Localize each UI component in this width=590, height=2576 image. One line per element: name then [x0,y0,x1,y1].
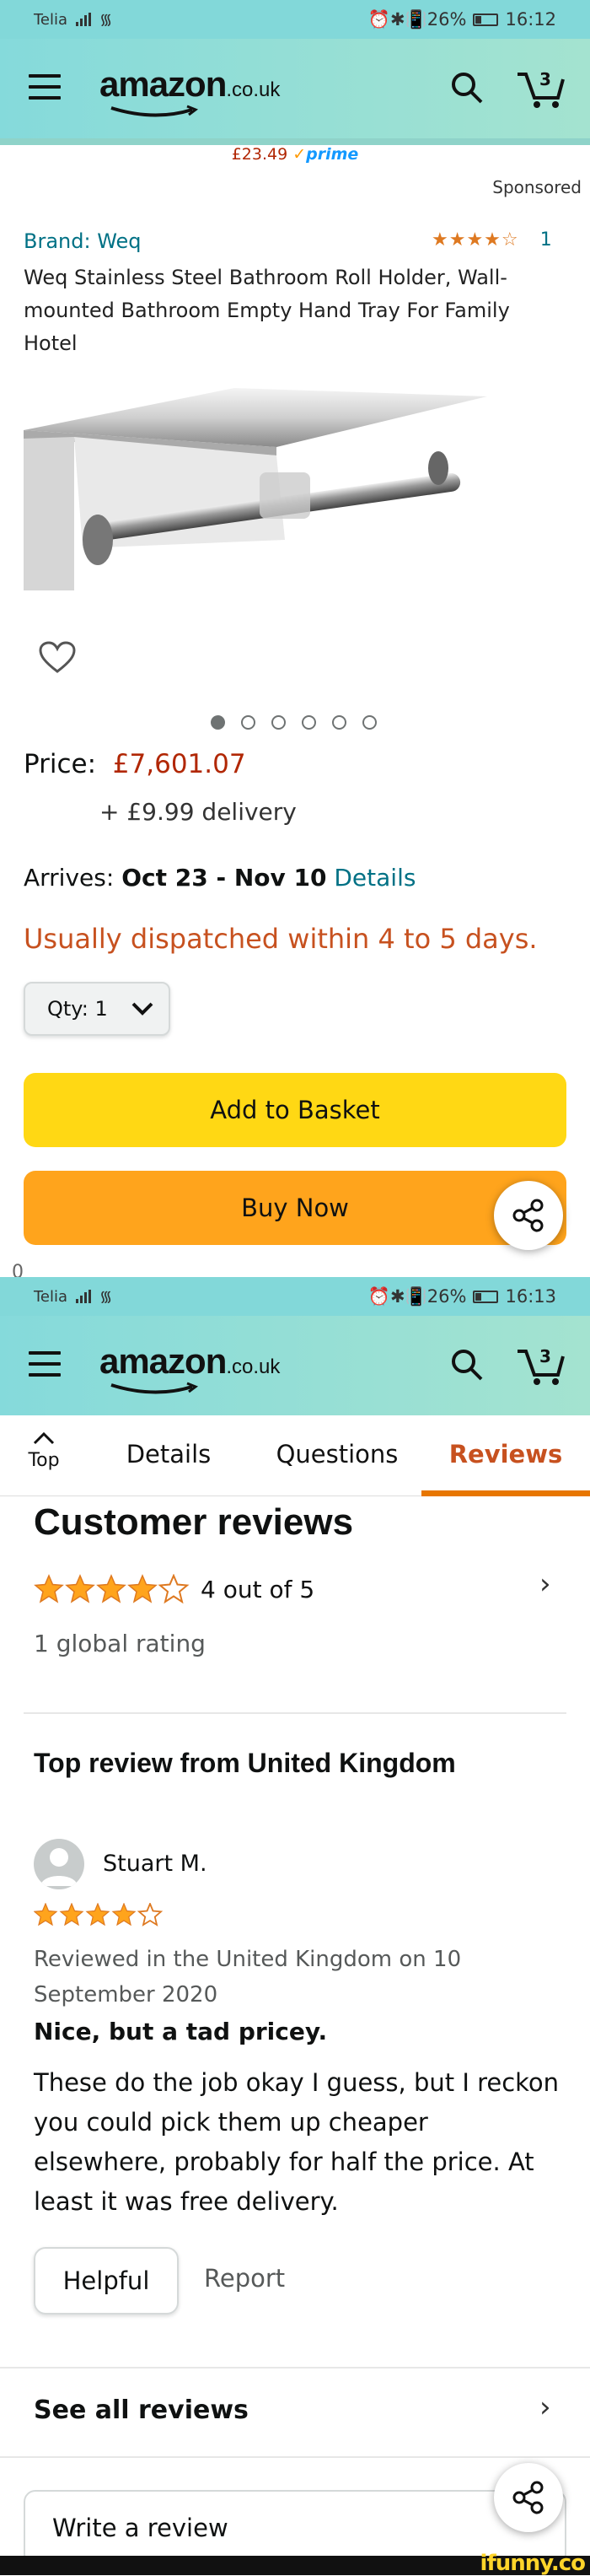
share-button[interactable] [494,1181,563,1250]
status-bar-2: Telia ᯾ ⏰✱📳26% 16:13 [0,1277,590,1316]
chevron-right-icon[interactable]: › [539,2390,551,2424]
share-icon [512,1199,544,1232]
tab-questions[interactable]: Questions [261,1415,413,1496]
carousel-dot[interactable] [271,715,286,730]
tab-details[interactable]: Details [110,1415,228,1496]
prime-check-icon: ✓ [292,145,307,164]
status-icons: ⏰✱📳26% [367,1285,467,1307]
divider [24,1712,566,1714]
search-icon[interactable] [450,71,484,105]
signal-icon [76,13,92,26]
product-price: £7,601.07 [112,749,246,779]
helpful-button[interactable]: Helpful [34,2247,179,2315]
global-rating-count: 1 global rating [34,1630,206,1657]
status-icons: ⏰✱📳26% [367,8,467,30]
menu-icon[interactable] [29,1351,61,1377]
search-icon[interactable] [450,1348,484,1382]
divider [0,2456,590,2458]
carrier-label: Telia [34,1287,68,1306]
battery-icon [473,1290,499,1303]
top-header: amazon.co.uk 3 [0,39,590,138]
top-review-heading: Top review from United Kingdom [34,1748,456,1778]
wifi-icon: ᯾ [99,11,113,29]
product-image[interactable] [24,371,496,607]
quantity-select[interactable]: Qty: 1 [24,982,170,1036]
report-link[interactable]: Report [204,2264,285,2293]
review-stars [34,1903,167,1927]
share-icon [512,2481,544,2514]
carousel-dot[interactable] [241,715,255,730]
rating-stars: ★★★★☆ [432,229,519,251]
divider [0,2367,590,2369]
reviewer-avatar [34,1839,84,1889]
menu-icon[interactable] [29,74,61,100]
carrier-label: Telia [34,10,68,29]
top-header-2: amazon.co.uk 3 [0,1316,590,1415]
wishlist-heart-icon[interactable] [39,641,76,675]
brand-link[interactable]: Brand: Weq [24,229,142,253]
ifunny-watermark: ifunny.co [480,2551,586,2576]
cart-count: 3 [539,1346,551,1366]
product-rating[interactable]: ★★★★☆ 1 [432,229,552,251]
status-bar: Telia ᯾ ⏰✱📳26% 16:12 [0,0,590,39]
customer-reviews-heading: Customer reviews [34,1501,354,1543]
price-row: Price: £7,601.07 [24,749,246,779]
cart-count: 3 [539,69,551,89]
carousel-dot[interactable] [211,715,225,730]
battery-icon [473,13,499,26]
tab-top[interactable]: Top [20,1429,67,1471]
sponsored-label: Sponsored [492,177,582,197]
amazon-logo[interactable]: amazon.co.uk [99,1341,280,1394]
review-body: These do the job okay I guess, but I rec… [34,2068,560,2216]
price-strip: £23.49 ✓prime [0,138,590,172]
see-all-reviews-link[interactable]: See all reviews [34,2395,249,2425]
add-to-basket-button[interactable]: Add to Basket [24,1073,566,1147]
watermark-bar: ifunny.co [0,2551,590,2576]
arrival-dates: Oct 23 - Nov 10 [121,864,327,892]
signal-icon [76,1290,92,1303]
buy-now-button[interactable]: Buy Now [24,1171,566,1245]
chevron-down-icon [131,1002,153,1016]
strip-price: £23.49 [231,145,288,164]
carousel-dot[interactable] [332,715,346,730]
prime-label: prime [306,145,359,164]
image-carousel-dots[interactable] [211,715,377,730]
quantity-value: 1 [94,997,108,1021]
tab-reviews[interactable]: Reviews [421,1415,590,1496]
average-rating-stars [34,1574,194,1604]
clock: 16:13 [505,1286,556,1307]
arrival-details-link[interactable]: Details [334,864,416,892]
product-tabs: Top Details Questions Reviews [0,1415,590,1496]
clock: 16:12 [505,9,556,30]
reviewer-name: Stuart M. [103,1851,207,1877]
carousel-dot[interactable] [362,715,377,730]
chevron-right-icon[interactable]: › [539,1567,551,1601]
rating-count: 1 [539,229,552,251]
delivery-cost: + £9.99 delivery [99,798,297,826]
arrival-row: Arrives: Oct 23 - Nov 10 Details [24,864,416,892]
product-title: Weq Stainless Steel Bathroom Roll Holder… [24,266,510,355]
chevron-up-icon [33,1431,55,1445]
dispatch-notice: Usually dispatched within 4 to 5 days. [24,923,538,955]
review-title: Nice, but a tad pricey. [34,2018,328,2045]
review-date: Reviewed in the United Kingdom on 10 Sep… [34,1947,462,2007]
amazon-logo[interactable]: amazon.co.uk [99,64,280,117]
share-button[interactable] [494,2463,563,2532]
carousel-dot[interactable] [302,715,316,730]
wifi-icon: ᯾ [99,1288,113,1306]
average-rating-text[interactable]: 4 out of 5 [201,1576,314,1603]
